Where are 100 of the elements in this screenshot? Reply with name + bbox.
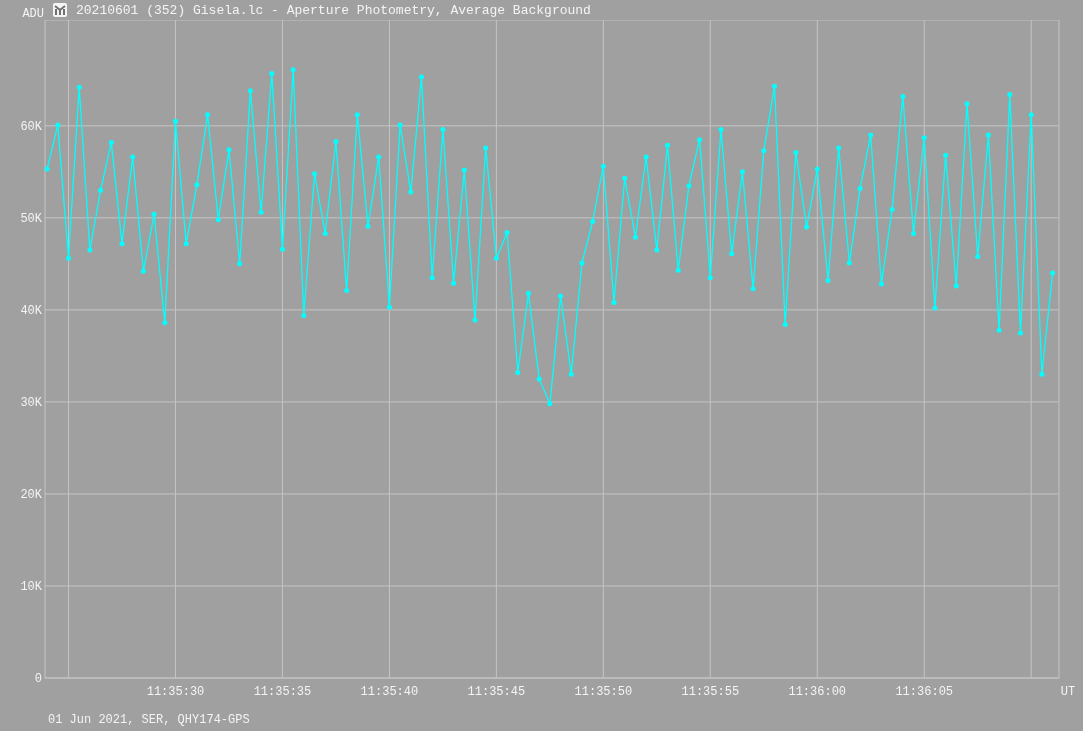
data-point: [804, 224, 810, 230]
data-point: [461, 167, 467, 173]
data-point: [140, 268, 146, 274]
data-point: [301, 312, 307, 318]
data-point: [953, 283, 959, 289]
y-tick-label: 0: [34, 672, 42, 686]
x-tick-label: 11:35:55: [681, 685, 740, 699]
data-point: [1050, 270, 1056, 276]
x-tick-label: 11:35:30: [146, 685, 205, 699]
data-point: [707, 275, 713, 281]
data-point: [547, 401, 553, 407]
data-point: [429, 275, 435, 281]
data-point: [632, 234, 638, 240]
data-point: [87, 247, 93, 253]
data-point: [782, 322, 788, 328]
data-point: [419, 74, 424, 80]
data-point: [183, 241, 189, 247]
data-point: [1007, 92, 1013, 98]
data-point: [493, 255, 499, 261]
data-point: [793, 150, 799, 155]
data-point: [269, 70, 275, 76]
data-point: [173, 118, 178, 124]
data-point: [761, 148, 767, 154]
data-point: [194, 182, 200, 188]
data-point: [846, 260, 852, 266]
data-point: [911, 231, 917, 236]
data-point: [108, 139, 114, 145]
y-tick-label: 60K: [20, 119, 42, 134]
data-point: [247, 88, 253, 94]
data-point: [44, 166, 50, 172]
data-point: [1028, 112, 1034, 118]
data-point: [568, 371, 574, 377]
data-point: [226, 147, 232, 153]
data-point: [215, 217, 221, 223]
data-point: [964, 101, 970, 107]
data-point: [868, 132, 874, 138]
data-point: [590, 219, 596, 225]
data-point: [857, 185, 863, 191]
data-point: [525, 290, 531, 296]
data-point: [322, 231, 328, 236]
y-tick-label: 30K: [20, 395, 42, 410]
x-tick-label: 11:35:35: [253, 685, 312, 699]
data-point: [290, 67, 296, 73]
data-point: [1039, 371, 1045, 377]
data-point: [55, 122, 61, 128]
data-point: [665, 142, 670, 148]
data-point: [333, 139, 339, 144]
data-point: [354, 112, 360, 118]
data-point: [504, 230, 510, 236]
data-point: [483, 145, 489, 151]
data-point: [889, 207, 895, 213]
data-point: [365, 223, 371, 229]
data-point: [622, 175, 628, 181]
data-point: [397, 122, 403, 128]
data-point: [376, 154, 382, 160]
data-point: [772, 83, 777, 89]
data-point: [825, 277, 831, 283]
data-point: [408, 189, 414, 195]
data-point: [279, 246, 285, 252]
data-point: [579, 260, 585, 266]
y-axis-label: ADU: [21, 8, 44, 20]
data-point: [76, 84, 82, 90]
data-point: [686, 183, 692, 189]
data-point: [900, 93, 906, 99]
data-point: [258, 209, 264, 215]
data-point: [344, 288, 350, 294]
data-point: [878, 281, 884, 287]
window-title: 20210601 (352) Gisela.lc - Aperture Photometry, Average Background: [76, 2, 591, 19]
y-tick-label: 50K: [20, 211, 42, 226]
data-point: [611, 300, 617, 306]
data-point: [515, 369, 521, 375]
data-point: [975, 254, 981, 259]
data-point: [1018, 330, 1023, 336]
data-point: [943, 152, 949, 158]
data-point: [675, 267, 681, 273]
x-tick-label: 11:35:50: [574, 685, 633, 699]
x-tick-label: 11:35:45: [467, 685, 526, 699]
data-point: [750, 286, 756, 292]
data-point: [558, 293, 564, 299]
data-point: [836, 145, 842, 151]
data-point: [451, 280, 457, 286]
y-tick-label: 20K: [20, 487, 42, 502]
data-point: [996, 327, 1002, 333]
data-point: [739, 169, 745, 175]
data-point: [98, 187, 104, 193]
data-point: [814, 166, 820, 172]
y-tick-label: 10K: [20, 579, 42, 594]
data-point: [654, 247, 660, 253]
footer-info: 01 Jun 2021, SER, QHY174-GPS: [48, 713, 250, 727]
data-point: [536, 376, 542, 382]
data-point: [729, 251, 735, 257]
data-point: [440, 127, 446, 132]
data-point: [697, 137, 703, 143]
x-tick-label: 11:35:40: [360, 685, 419, 699]
data-point: [600, 163, 606, 169]
data-point: [312, 171, 318, 177]
app-icon: [53, 3, 67, 17]
data-point: [643, 154, 649, 160]
data-point: [237, 261, 243, 267]
data-point: [386, 304, 392, 310]
